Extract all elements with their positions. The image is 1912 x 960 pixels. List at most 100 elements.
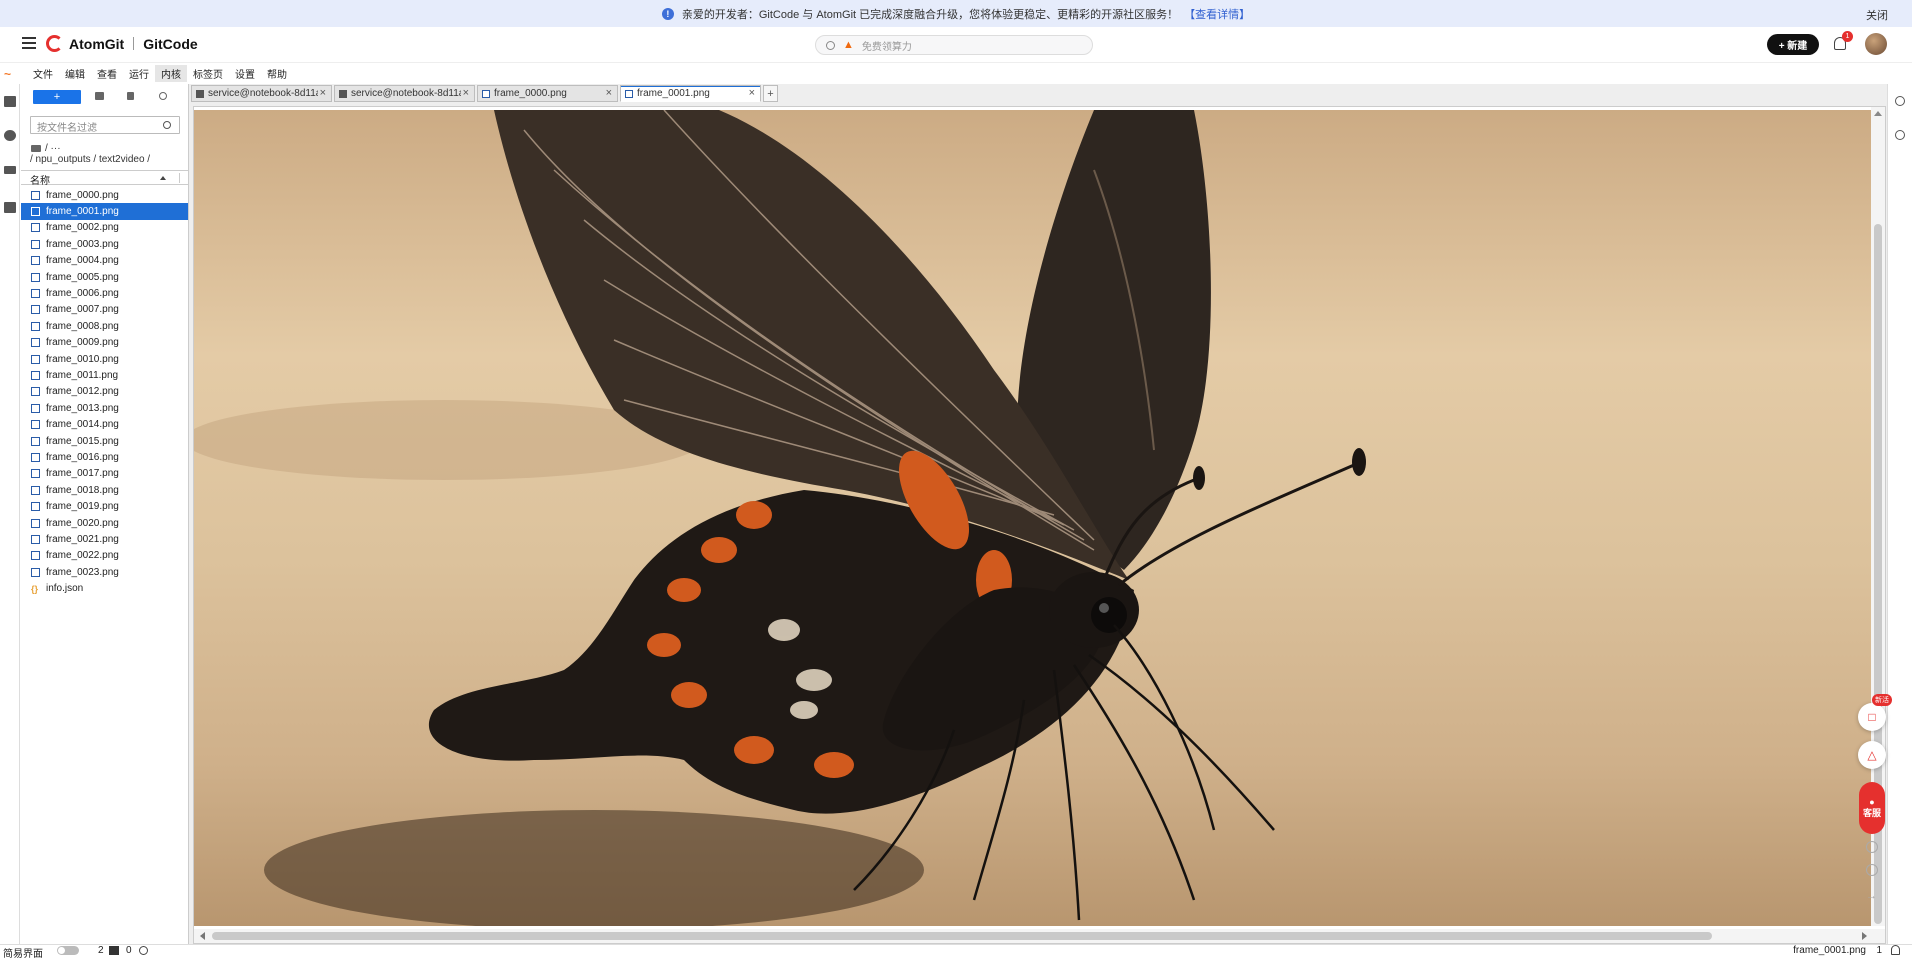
table-of-contents-icon[interactable] [4,166,16,174]
breadcrumb-root[interactable]: / ··· [31,143,61,154]
close-icon[interactable]: × [317,87,326,99]
debugger-icon[interactable] [1895,130,1905,140]
close-icon[interactable]: × [746,87,755,99]
file-list-item[interactable]: frame_0013.png [21,400,188,416]
file-list-item[interactable]: frame_0014.png [21,416,188,432]
file-name: frame_0020.png [46,517,119,529]
horizontal-scrollbar[interactable] [194,929,1885,943]
running-kernels-icon[interactable] [4,130,16,141]
file-list-item[interactable]: frame_0004.png [21,253,188,269]
file-list-item[interactable]: frame_0006.png [21,285,188,301]
document-tabbar: service@notebook-8d11a × service@noteboo… [191,85,778,103]
image-viewer[interactable] [193,106,1886,944]
tab-terminal-2[interactable]: service@notebook-8d11a × [334,85,475,102]
file-list: frame_0000.png frame_0001.png frame_0002.p… [21,187,188,597]
customer-service-button[interactable]: ● 客服 [1859,782,1885,834]
banner-close-button[interactable]: 关闭 [1866,7,1888,23]
tab-label: frame_0001.png [637,88,710,99]
file-name: frame_0013.png [46,402,119,414]
new-button[interactable]: + 新建 [1767,34,1819,55]
file-list-item[interactable]: frame_0002.png [21,220,188,236]
file-list-item[interactable]: frame_0016.png [21,449,188,465]
file-list-item[interactable]: frame_0008.png [21,318,188,334]
file-name: frame_0004.png [46,255,119,267]
refresh-icon[interactable] [159,92,167,100]
scroll-right-arrow[interactable] [1862,932,1867,940]
close-icon[interactable]: × [603,87,612,99]
upload-icon[interactable] [127,92,134,100]
menu-run[interactable]: 运行 [123,65,155,82]
gift-float-button[interactable]: □ [1858,703,1886,731]
site-logo[interactable]: AtomGit GitCode [46,35,198,52]
image-file-icon [31,370,40,380]
new-folder-icon[interactable] [95,92,104,100]
file-list-item[interactable]: frame_0005.png [21,269,188,285]
kernel-status-icon[interactable] [139,946,148,955]
scroll-left-arrow[interactable] [200,932,205,940]
file-list-item[interactable]: frame_0017.png [21,466,188,482]
file-list-item[interactable]: frame_0007.png [21,302,188,318]
file-list-item[interactable]: frame_0019.png [21,498,188,514]
menu-help[interactable]: 帮助 [261,65,293,82]
file-filter-placeholder: 按文件名过滤 [37,123,97,134]
breadcrumb-path[interactable]: / npu_outputs / text2video / [30,154,150,165]
file-name: frame_0007.png [46,304,119,316]
customer-service-label: 客服 [1862,808,1881,818]
tab-frame-0000[interactable]: frame_0000.png × [477,85,618,102]
tab-label: service@notebook-8d11a [351,88,465,99]
file-list-item[interactable]: frame_0009.png [21,335,188,351]
status-bell-icon[interactable] [1891,945,1900,955]
file-list-item[interactable]: frame_0020.png [21,515,188,531]
file-filter-input[interactable]: 按文件名过滤 [30,116,180,134]
history-icon[interactable] [1866,841,1878,853]
file-list-item[interactable]: frame_0022.png [21,548,188,564]
image-file-icon [31,239,40,249]
search-placeholder: 免费领算力 [861,41,912,53]
trophy-float-button[interactable]: △ [1858,741,1886,769]
banner-details-link[interactable]: 【查看详情】 [1184,6,1250,22]
horizontal-scroll-thumb[interactable] [212,932,1712,940]
file-name: frame_0014.png [46,419,119,431]
file-list-item[interactable]: frame_0000.png [21,187,188,203]
menu-file[interactable]: 文件 [27,65,59,82]
notification-bell-icon[interactable]: 1 [1834,31,1853,50]
main-dock-area: service@notebook-8d11a × service@noteboo… [189,84,1887,944]
file-list-item[interactable]: frame_0001.png [21,203,188,220]
scroll-up-arrow[interactable] [1874,111,1882,116]
user-avatar[interactable] [1865,33,1887,55]
menu-settings[interactable]: 设置 [229,65,261,82]
arrow-right-icon[interactable]: → [1866,890,1878,902]
global-search-input[interactable]: ▲ 免费领算力 [815,35,1093,55]
file-list-item[interactable]: frame_0010.png [21,351,188,367]
folder-icon[interactable] [4,96,16,107]
simple-mode-toggle[interactable] [57,946,79,955]
file-list-item[interactable]: {} info.json [21,580,188,596]
brand-atomgit: AtomGit [69,35,125,52]
add-tab-button[interactable]: + [763,85,778,102]
brand-gitcode: GitCode [143,35,198,52]
file-list-item[interactable]: frame_0021.png [21,531,188,547]
terminal-status-icon[interactable] [109,946,119,955]
property-inspector-icon[interactable] [1895,96,1905,106]
file-list-item[interactable]: frame_0003.png [21,236,188,252]
image-file-icon [31,567,40,577]
extensions-icon[interactable] [4,202,16,213]
globe-icon[interactable] [1866,864,1878,876]
file-list-item[interactable]: frame_0015.png [21,433,188,449]
menu-tabs[interactable]: 标签页 [187,65,229,82]
file-list-header[interactable]: 名称 [21,170,188,187]
json-file-icon: {} [31,583,39,594]
tab-terminal-1[interactable]: service@notebook-8d11a × [191,85,332,102]
new-launcher-button[interactable]: + [33,90,81,104]
file-list-item[interactable]: frame_0012.png [21,384,188,400]
file-list-item[interactable]: frame_0018.png [21,482,188,498]
tab-frame-0001[interactable]: frame_0001.png × [620,85,761,102]
banner-message: 亲爱的开发者：GitCode 与 AtomGit 已完成深度融合升级，您将体验更… [681,8,1179,21]
file-list-item[interactable]: frame_0011.png [21,367,188,383]
hamburger-menu-icon[interactable] [22,37,36,49]
close-icon[interactable]: × [460,87,469,99]
menu-view[interactable]: 查看 [91,65,123,82]
menu-edit[interactable]: 编辑 [59,65,91,82]
file-list-item[interactable]: frame_0023.png [21,564,188,580]
menu-kernel[interactable]: 内核 [155,65,187,82]
